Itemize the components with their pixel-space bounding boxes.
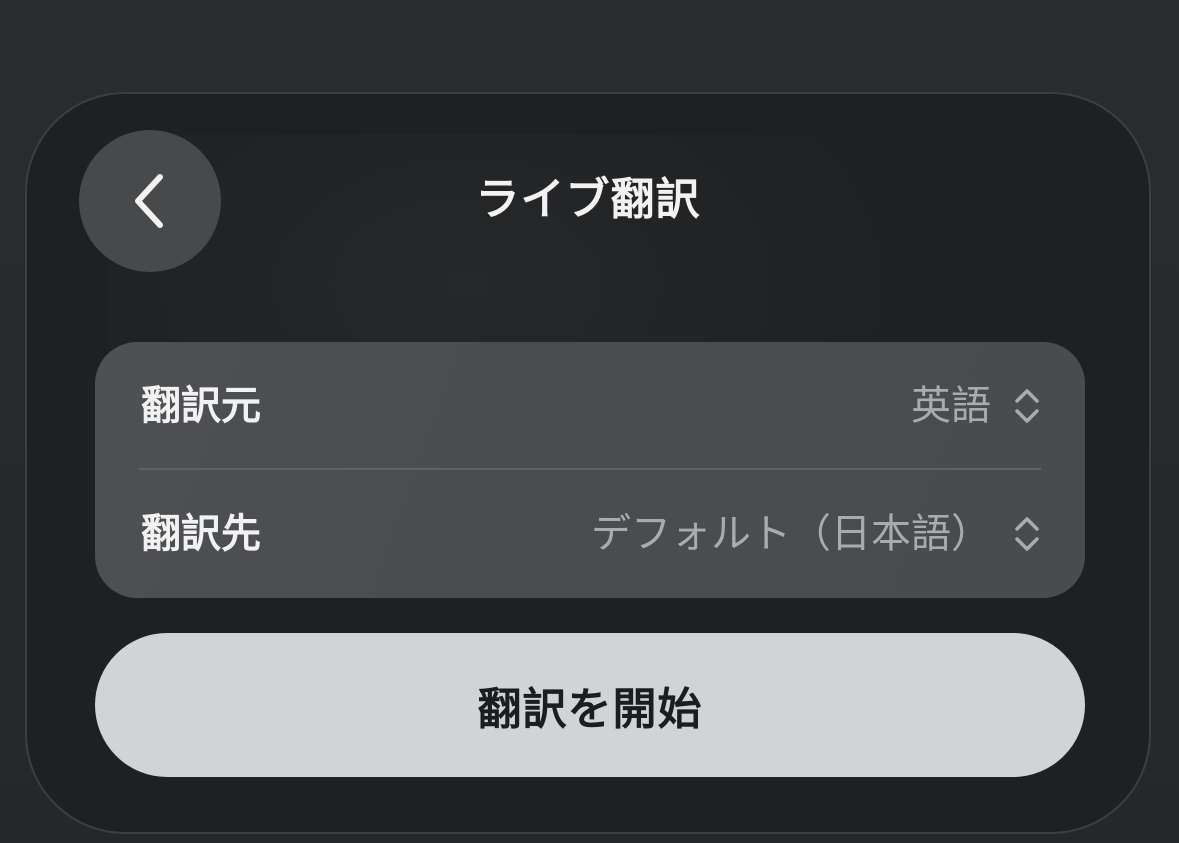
- target-language-value: デフォルト（日本語）: [591, 511, 991, 557]
- page-title: ライブ翻訳: [475, 174, 701, 225]
- source-language-label: 翻訳元: [141, 383, 261, 429]
- source-language-picker[interactable]: 英語: [911, 382, 1041, 430]
- target-language-label: 翻訳先: [141, 511, 261, 557]
- start-translation-button[interactable]: 翻訳を開始: [95, 633, 1085, 777]
- up-down-chevrons-icon: [1015, 389, 1039, 423]
- source-language-row[interactable]: 翻訳元 英語: [95, 342, 1085, 470]
- start-translation-label: 翻訳を開始: [477, 684, 703, 735]
- screen: ライブ翻訳 翻訳元 英語 翻訳先 デフォルト（日本語） 翻訳を開始: [0, 0, 1179, 843]
- target-language-row[interactable]: 翻訳先 デフォルト（日本語）: [95, 470, 1085, 598]
- target-language-picker[interactable]: デフォルト（日本語）: [591, 510, 1041, 558]
- live-translation-panel: ライブ翻訳 翻訳元 英語 翻訳先 デフォルト（日本語） 翻訳を開始: [25, 92, 1151, 834]
- up-down-chevrons-icon: [1015, 517, 1039, 551]
- language-settings-group: 翻訳元 英語 翻訳先 デフォルト（日本語）: [95, 342, 1085, 598]
- source-language-value: 英語: [911, 383, 991, 429]
